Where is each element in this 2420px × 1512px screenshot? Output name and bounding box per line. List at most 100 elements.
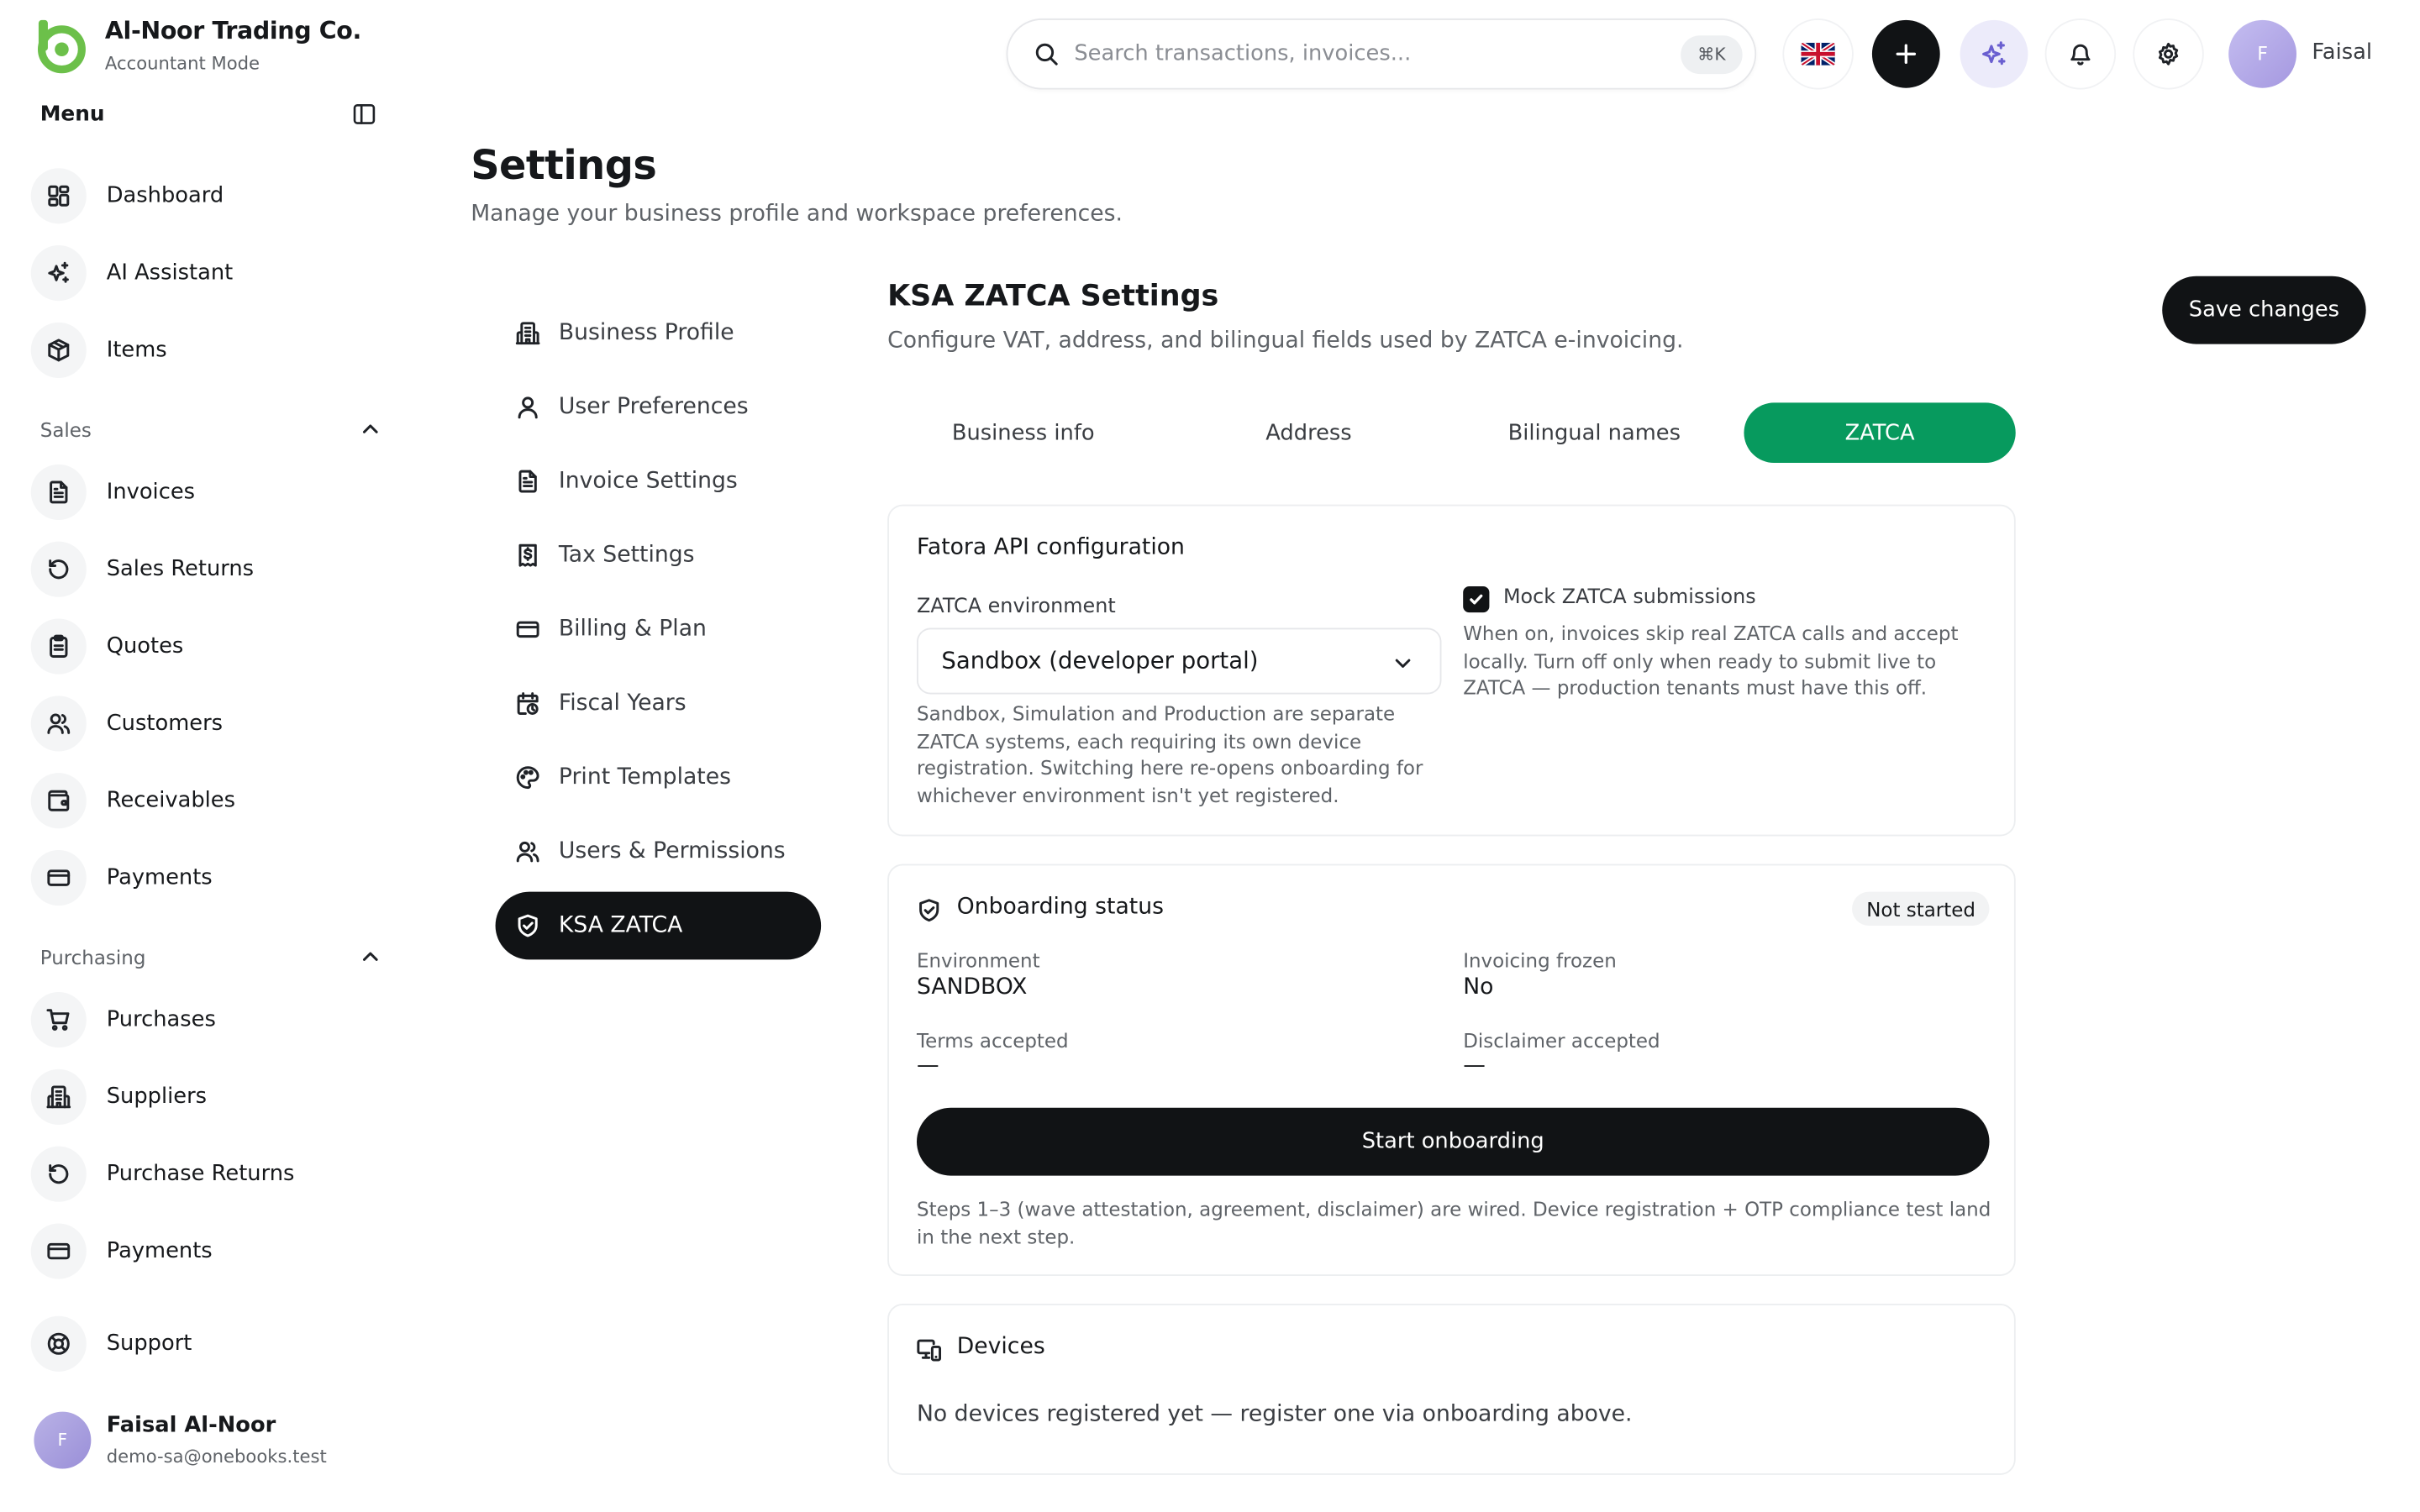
- credit-card-icon: [30, 850, 87, 906]
- disclaimer-accepted-value: —: [1463, 1053, 1486, 1079]
- calendar-clock-icon: [517, 692, 539, 715]
- settings-button[interactable]: [2134, 19, 2202, 88]
- sales-section-header[interactable]: Sales: [40, 417, 383, 441]
- mock-submissions-label[interactable]: Mock ZATCA submissions: [1503, 586, 1756, 610]
- sidebar-item-label: Customers: [106, 711, 224, 737]
- settings-nav-label: Business Profile: [558, 321, 734, 346]
- card-title: Devices: [956, 1334, 1045, 1360]
- settings-nav-label: Print Templates: [558, 765, 732, 790]
- users-icon: [30, 696, 87, 752]
- sidebar-item-purchase-returns[interactable]: Purchase Returns: [30, 1145, 386, 1204]
- check-icon: [1470, 594, 1483, 605]
- sidebar-item-label: Purchases: [106, 1007, 216, 1032]
- clipboard-icon: [30, 618, 87, 675]
- add-button[interactable]: [1871, 19, 1940, 88]
- user-name: Faisal Al-Noor: [106, 1413, 276, 1438]
- settings-nav-label: Users & Permissions: [558, 839, 786, 864]
- box-icon: [30, 322, 87, 378]
- sidebar-item-label: Purchase Returns: [106, 1162, 295, 1187]
- sidebar-item-label: Payments: [106, 865, 213, 890]
- sales-section-title: Sales: [39, 417, 92, 441]
- sidebar-item-label: Support: [106, 1331, 192, 1357]
- user-avatar[interactable]: F: [2228, 19, 2297, 88]
- section-subtitle: Configure VAT, address, and bilingual fi…: [887, 328, 1684, 354]
- sidebar-item-items[interactable]: Items: [30, 321, 386, 380]
- ai-button[interactable]: [1960, 19, 2028, 88]
- avatar[interactable]: F: [34, 1411, 92, 1469]
- life-buoy-icon: [30, 1315, 87, 1372]
- menu-title: Menu: [39, 102, 105, 127]
- settings-nav-label: KSA ZATCA: [558, 913, 683, 938]
- gear-icon: [2158, 42, 2179, 66]
- sidebar-item-suppliers[interactable]: Suppliers: [30, 1068, 386, 1126]
- settings-nav-users-permissions[interactable]: Users & Permissions: [496, 817, 822, 885]
- brand-name: Al-Noor Trading Co.: [104, 17, 361, 45]
- sidebar-item-purchases[interactable]: Purchases: [30, 990, 386, 1049]
- sidebar-item-label: Items: [106, 338, 167, 363]
- sidebar-item-sales-returns[interactable]: Sales Returns: [30, 540, 386, 599]
- settings-nav-label: Tax Settings: [558, 543, 695, 568]
- settings-nav-ksa-zatca[interactable]: KSA ZATCA: [495, 891, 822, 960]
- settings-nav-invoice-settings[interactable]: Invoice Settings: [496, 448, 822, 516]
- search-input[interactable]: [1074, 37, 1661, 71]
- devices-empty-text: No devices registered yet — register one…: [916, 1402, 1633, 1427]
- purchasing-section-title: Purchasing: [39, 944, 146, 969]
- tab-business-info[interactable]: Business info: [887, 402, 1159, 463]
- user-icon: [518, 396, 538, 419]
- settings-nav-billing-plan[interactable]: Billing & Plan: [496, 596, 822, 664]
- sidebar-item-quotes[interactable]: Quotes: [30, 617, 386, 676]
- settings-nav-label: Invoice Settings: [558, 469, 738, 494]
- environment-select[interactable]: Sandbox (developer portal): [916, 627, 1442, 695]
- dashboard-icon: [30, 168, 87, 224]
- sidebar-item-purchase-payments[interactable]: Payments: [30, 1222, 386, 1281]
- tab-address[interactable]: Address: [1173, 402, 1444, 463]
- settings-nav-business-profile[interactable]: Business Profile: [496, 299, 822, 367]
- wallet-icon: [30, 773, 87, 829]
- sidebar-item-payments[interactable]: Payments: [30, 848, 386, 907]
- user-menu-name[interactable]: Faisal: [2312, 40, 2372, 65]
- save-button[interactable]: Save changes: [2162, 276, 2366, 344]
- sidebar-item-customers[interactable]: Customers: [30, 695, 386, 753]
- settings-nav-fiscal-years[interactable]: Fiscal Years: [496, 669, 822, 738]
- shield-check-icon: [518, 914, 538, 937]
- mock-submissions-help: When on, invoices skip real ZATCA calls …: [1463, 622, 1959, 700]
- cart-icon: [30, 991, 87, 1048]
- settings-nav-tax-settings[interactable]: Tax Settings: [496, 522, 822, 590]
- page-subtitle: Manage your business profile and workspa…: [471, 202, 1123, 227]
- mock-submissions-checkbox[interactable]: [1463, 585, 1490, 613]
- purchasing-section-header[interactable]: Purchasing: [40, 944, 383, 969]
- sidebar-item-support[interactable]: Support: [30, 1315, 386, 1373]
- settings-nav-label: Fiscal Years: [558, 690, 687, 717]
- devices-icon: [917, 1339, 942, 1362]
- settings-nav-user-preferences[interactable]: User Preferences: [496, 373, 822, 441]
- sidebar-item-invoices[interactable]: Invoices: [30, 463, 386, 522]
- search-bar[interactable]: ⌘K: [1006, 18, 1757, 90]
- language-button[interactable]: [1784, 19, 1853, 88]
- devices-card: Devices No devices registered yet — regi…: [887, 1304, 2016, 1475]
- chevron-up-icon: [362, 424, 378, 433]
- tab-bilingual-names[interactable]: Bilingual names: [1459, 402, 1730, 463]
- sidebar-item-dashboard[interactable]: Dashboard: [30, 166, 386, 225]
- card-title: Fatora API configuration: [916, 535, 1185, 560]
- tab-zatca[interactable]: ZATCA: [1744, 402, 2016, 464]
- environment-label: ZATCA environment: [916, 595, 1116, 619]
- shield-check-icon: [919, 899, 939, 922]
- sidebar-toggle-icon[interactable]: [352, 102, 380, 129]
- sidebar-item-label: Receivables: [106, 788, 236, 813]
- file-text-icon: [518, 470, 537, 493]
- card-title: Onboarding status: [956, 895, 1164, 920]
- sparkles-icon: [30, 245, 87, 302]
- brand-logo-icon: [31, 18, 90, 74]
- notifications-button[interactable]: [2046, 19, 2115, 88]
- settings-nav-label: User Preferences: [558, 395, 749, 420]
- sidebar-item-receivables[interactable]: Receivables: [30, 771, 386, 830]
- onboarding-note: Steps 1–3 (wave attestation, agreement, …: [916, 1197, 1991, 1247]
- sidebar-item-ai-assistant[interactable]: AI Assistant: [30, 244, 386, 302]
- start-onboarding-button[interactable]: Start onboarding: [916, 1107, 1990, 1176]
- plus-icon: [1896, 44, 1917, 65]
- environment-help: Sandbox, Simulation and Production are s…: [916, 701, 1423, 806]
- section-title: KSA ZATCA Settings: [887, 279, 1219, 313]
- users-icon: [516, 841, 539, 863]
- settings-nav-print-templates[interactable]: Print Templates: [496, 743, 822, 811]
- sidebar-item-label: Dashboard: [106, 183, 224, 208]
